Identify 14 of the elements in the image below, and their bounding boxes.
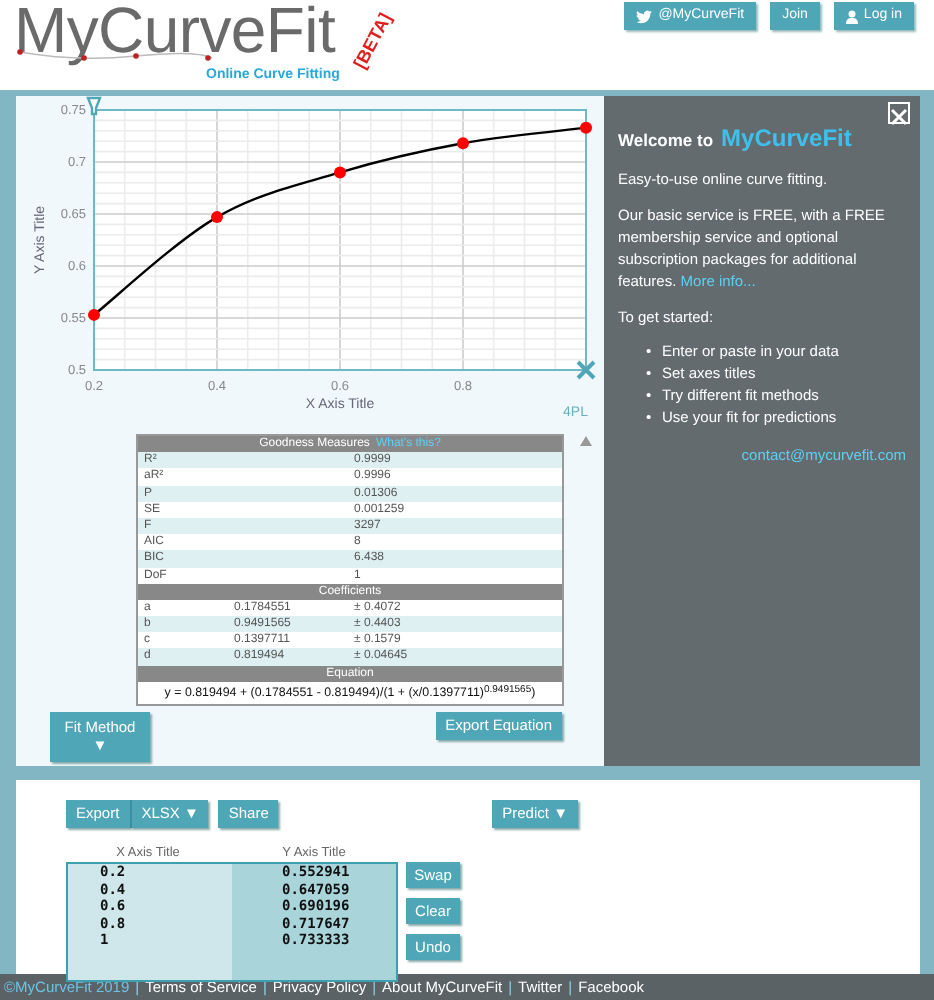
bird-icon <box>636 9 653 23</box>
axis-handle-icon[interactable] <box>576 360 596 380</box>
data-point <box>88 308 100 321</box>
brand-name: MyCurveFit <box>721 124 852 152</box>
axis-handle-icon[interactable] <box>86 96 102 116</box>
data-point <box>580 121 592 134</box>
user-icon <box>845 9 858 23</box>
collapse-icon[interactable] <box>580 434 592 450</box>
close-button[interactable] <box>888 102 910 124</box>
logo: MyCurveFit <box>14 0 336 66</box>
data-point <box>457 137 469 150</box>
data-point <box>211 211 223 224</box>
welcome-title: Welcome to <box>618 130 714 150</box>
data-point <box>334 166 346 179</box>
